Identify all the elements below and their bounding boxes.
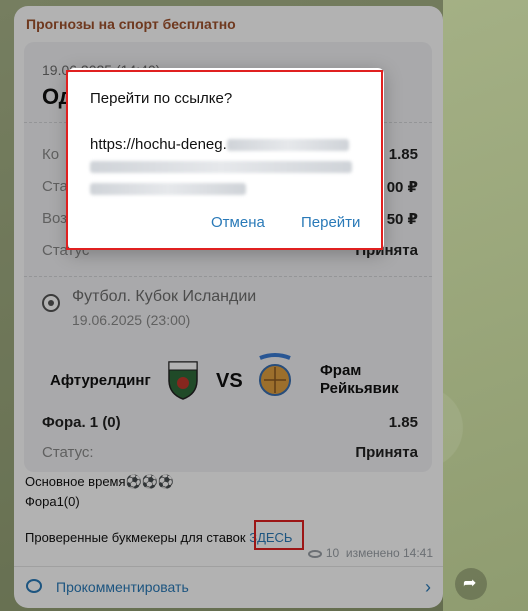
blurred-url (226, 139, 349, 152)
cancel-button[interactable]: Отмена (211, 214, 265, 231)
share-button[interactable] (455, 568, 487, 600)
dialog-url: https://hochu-deneg. (90, 134, 370, 200)
dialog-title: Перейти по ссылке? (90, 90, 233, 107)
blurred-url (90, 161, 352, 174)
open-link-dialog: Перейти по ссылке? https://hochu-deneg. … (68, 68, 384, 250)
open-link-button[interactable]: Перейти (301, 214, 360, 231)
url-text: https://hochu-deneg. (90, 136, 227, 153)
blurred-url (90, 183, 246, 196)
